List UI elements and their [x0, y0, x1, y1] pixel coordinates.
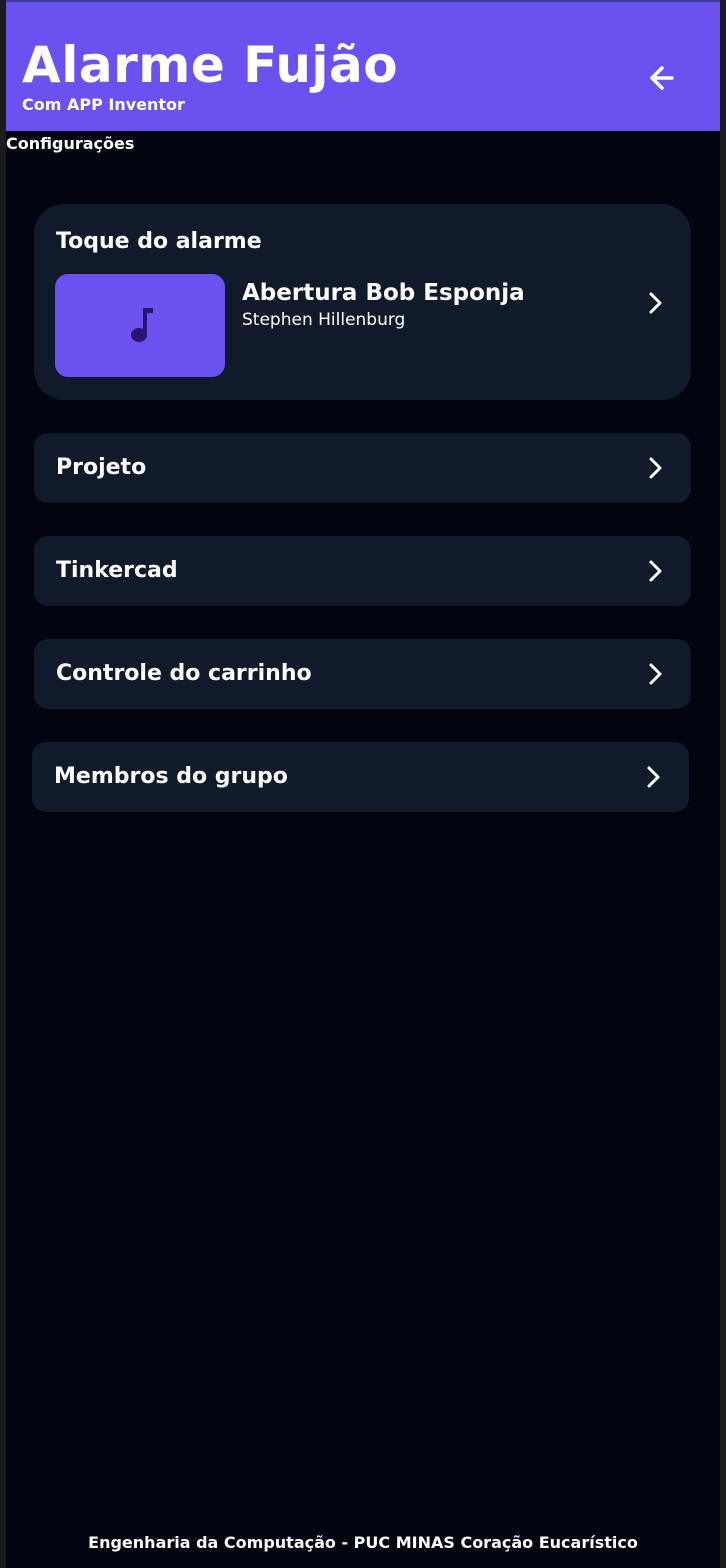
app-title: Alarme Fujão: [22, 36, 399, 94]
app-screen: Alarme Fujão Com APP Inventor Configuraç…: [6, 0, 720, 1568]
chevron-right-icon: [647, 766, 660, 788]
chevron-right-icon: [649, 457, 662, 479]
menu-item-projeto[interactable]: Projeto: [34, 433, 691, 503]
section-label: Configurações: [6, 134, 135, 153]
music-thumbnail: [55, 274, 225, 377]
app-subtitle: Com APP Inventor: [22, 95, 185, 114]
music-note-icon: [131, 308, 153, 342]
chevron-right-icon: [649, 560, 662, 582]
menu-item-tinkercad[interactable]: Tinkercad: [34, 536, 691, 606]
menu-item-label: Membros do grupo: [54, 764, 288, 789]
menu-item-controle-do-carrinho[interactable]: Controle do carrinho: [34, 639, 691, 709]
chevron-right-icon: [649, 663, 662, 685]
chevron-right-icon: [649, 292, 662, 314]
ringtone-heading: Toque do alarme: [56, 229, 262, 254]
back-button[interactable]: [644, 60, 680, 96]
song-artist: Stephen Hillenburg: [242, 310, 406, 330]
song-title: Abertura Bob Esponja: [242, 280, 525, 306]
menu-item-label: Tinkercad: [56, 558, 178, 583]
menu-item-label: Projeto: [56, 455, 147, 480]
menu-item-label: Controle do carrinho: [56, 661, 312, 686]
ringtone-card[interactable]: Toque do alarme Abertura Bob Esponja Ste…: [34, 204, 691, 400]
arrow-left-icon: [650, 66, 674, 90]
app-header: Alarme Fujão Com APP Inventor: [6, 0, 720, 131]
menu-item-membros-do-grupo[interactable]: Membros do grupo: [32, 742, 689, 812]
footer-text: Engenharia da Computação - PUC MINAS Cor…: [88, 1533, 638, 1552]
